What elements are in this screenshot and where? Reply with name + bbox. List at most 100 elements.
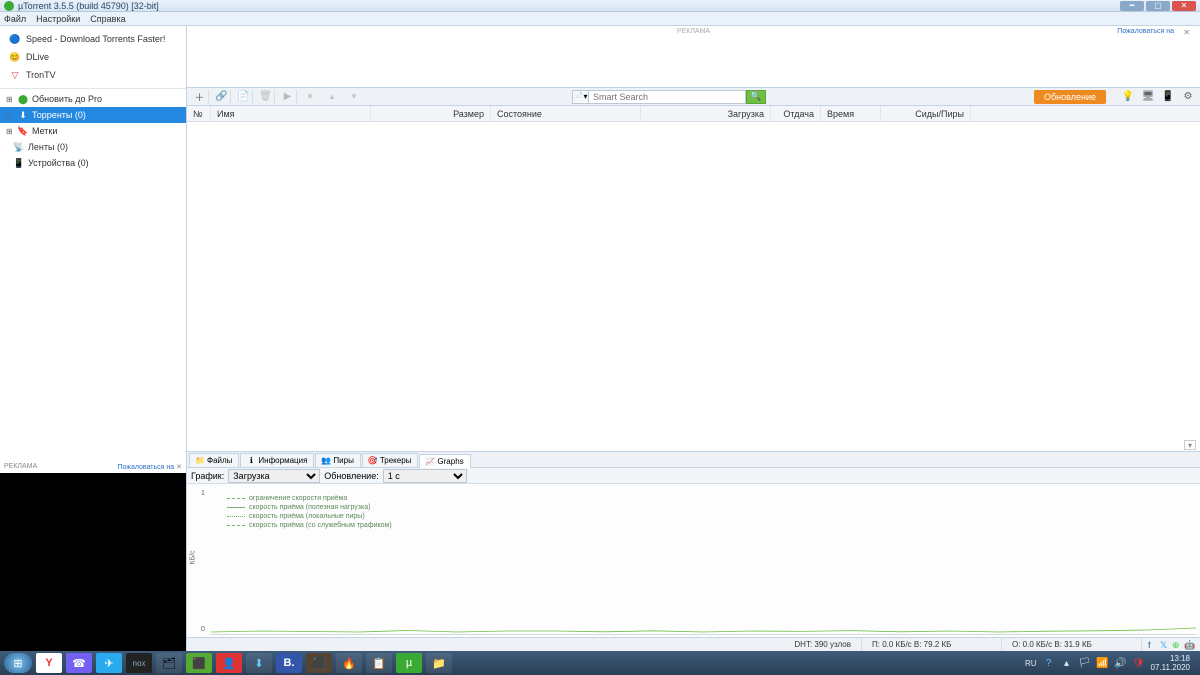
status-down[interactable]: П: 0.0 КБ/с В: 79.2 КБ [862,638,1002,651]
facebook-icon[interactable]: f [1148,640,1158,650]
task-utorrent[interactable]: µ [396,653,422,673]
tray-flag-icon[interactable]: 🏳 [1079,657,1091,669]
close-button[interactable]: ✕ [1172,1,1196,11]
ad-complain-link[interactable]: Пожаловаться на [1117,28,1174,35]
speed-icon: 🔵 [10,34,20,44]
twitter-icon[interactable]: 𝕏 [1160,640,1170,650]
start-button[interactable]: ▶ [279,90,297,104]
titlebar: µTorrent 3.5.5 (build 45790) [32-bit] ━ … [0,0,1200,12]
start-button[interactable]: ⊞ [4,653,32,673]
create-torrent-button[interactable]: 📄 [235,90,253,104]
menu-help[interactable]: Справка [90,14,125,24]
tray-chevron-icon[interactable]: ▴ [1061,657,1073,669]
tab-files[interactable]: 📁Файлы [189,453,239,467]
yaxis-label: КБ/с [190,550,197,564]
promo-box: 🔵 Speed - Download Torrents Faster! 😊 DL… [0,26,186,89]
maximize-button[interactable]: ▢ [1146,1,1170,11]
add-torrent-button[interactable]: ＋ [191,90,209,104]
expander-icon[interactable]: □ [6,111,14,120]
sidebar-ad-close[interactable]: ✕ [176,464,182,471]
tray-help-icon[interactable]: ? [1043,657,1055,669]
category-tree: ⊞ ⬤ Обновить до Pro □ ⬇ Торренты (0) ⊞ 🔖… [0,89,186,463]
search-button[interactable]: 🔍 [746,90,766,104]
add-url-button[interactable]: 🔗 [213,90,231,104]
promo-dlive[interactable]: 😊 DLive [0,48,186,66]
menu-settings[interactable]: Настройки [36,14,80,24]
task-amongus[interactable]: 👤 [216,653,242,673]
sidebar-ad-complain[interactable]: Пожаловаться на [117,464,174,471]
tray-network-icon[interactable]: 📶 [1097,657,1109,669]
detail-toggle-button[interactable]: ▾ [1184,440,1196,450]
search-input[interactable] [588,90,746,104]
tray-lang[interactable]: RU [1025,659,1037,668]
folder-icon: 📁 [196,457,204,465]
search-provider-dropdown[interactable]: 📄▾ [572,90,588,104]
col-up[interactable]: Отдача [771,106,821,121]
share-icon[interactable]: ⊕ [1172,640,1182,650]
move-up-button[interactable]: ▲ [323,90,341,104]
sidebar-ad-body[interactable] [0,473,186,651]
promo-speed-label: Speed - Download Torrents Faster! [26,34,165,44]
move-down-button[interactable]: ▼ [345,90,363,104]
col-status[interactable]: Состояние [491,106,641,121]
tab-info[interactable]: ℹИнформация [240,453,314,467]
task-telegram[interactable]: ✈ [96,653,122,673]
col-name[interactable]: Имя [211,106,371,121]
tray-clock[interactable]: 13:18 07.11.2020 [1151,654,1196,672]
sidebar-ad: РЕКЛАМА Пожаловаться на ✕ [0,463,187,651]
expander-icon[interactable]: ⊞ [6,95,14,104]
col-num[interactable]: № [187,106,211,121]
settings-icon[interactable]: ⚙ [1180,90,1196,104]
tray-time: 13:18 [1151,654,1190,663]
task-app6[interactable]: 📋 [366,653,392,673]
graph-controls: График: Загрузка Обновление: 1 с [187,468,1200,484]
promo-trontv[interactable]: ▽ TronTV [0,66,186,84]
tray-date: 07.11.2020 [1151,663,1190,672]
refresh-select[interactable]: 1 с [383,469,467,483]
lightbulb-icon[interactable]: 💡 [1120,90,1136,104]
ad-close-button[interactable]: ✕ [1183,28,1190,37]
delete-button[interactable]: 🗑 [257,90,275,104]
status-dht[interactable]: DHT: 390 узлов [784,638,862,651]
status-up[interactable]: О: 0.0 КБ/с В: 31.9 КБ [1002,638,1142,651]
android-icon[interactable]: 🤖 [1184,640,1194,650]
tree-torrents[interactable]: □ ⬇ Торренты (0) [0,107,186,123]
task-viber[interactable]: ☎ [66,653,92,673]
tab-trackers[interactable]: 🎯Трекеры [362,453,419,467]
minimize-button[interactable]: ━ [1120,1,1144,11]
task-explorer[interactable]: 📁 [426,653,452,673]
task-app1[interactable]: 🗂 [156,653,182,673]
tab-peers[interactable]: 👥Пиры [315,453,360,467]
tray-sound-icon[interactable]: 🔊 [1115,657,1127,669]
task-app3[interactable]: B. [276,653,302,673]
col-size[interactable]: Размер [371,106,491,121]
detail-panel: ▾ 📁Файлы ℹИнформация 👥Пиры 🎯Трекеры 📈Gra… [187,451,1200,651]
task-app4[interactable]: ⬛ [306,653,332,673]
tray-shield-icon[interactable]: 🛡 [1133,657,1145,669]
task-app2[interactable]: ⬇ [246,653,272,673]
sidebar-ad-label: РЕКЛАМА [4,463,37,473]
pause-button[interactable]: ⏸ [301,90,319,104]
monitor-icon[interactable]: 🖥 [1140,90,1156,104]
col-seedspeers[interactable]: Сиды/Пиры [881,106,971,121]
upgrade-button[interactable]: Обновление [1034,90,1106,104]
tree-feeds[interactable]: 📡 Ленты (0) [0,139,186,155]
tree-upgrade-pro[interactable]: ⊞ ⬤ Обновить до Pro [0,91,186,107]
task-app5[interactable]: 🔥 [336,653,362,673]
tab-graphs[interactable]: 📈Graphs [419,454,470,468]
menu-file[interactable]: Файл [4,14,26,24]
expander-icon[interactable]: ⊞ [6,127,14,136]
task-nox[interactable]: nox [126,653,152,673]
tree-upgrade-label: Обновить до Pro [32,94,102,104]
tree-devices[interactable]: 📱 Устройства (0) [0,155,186,171]
promo-speed[interactable]: 🔵 Speed - Download Torrents Faster! [0,30,186,48]
remote-icon[interactable]: 📱 [1160,90,1176,104]
graph-type-select[interactable]: Загрузка [228,469,320,483]
col-down[interactable]: Загрузка [641,106,771,121]
graph-area: КБ/с 1 0 ограничение скорости приёма ско… [187,484,1200,651]
col-time[interactable]: Время [821,106,881,121]
torrent-list[interactable] [187,122,1200,463]
task-minecraft[interactable]: ⬛ [186,653,212,673]
task-yandex[interactable]: Y [36,653,62,673]
tree-labels[interactable]: ⊞ 🔖 Метки [0,123,186,139]
